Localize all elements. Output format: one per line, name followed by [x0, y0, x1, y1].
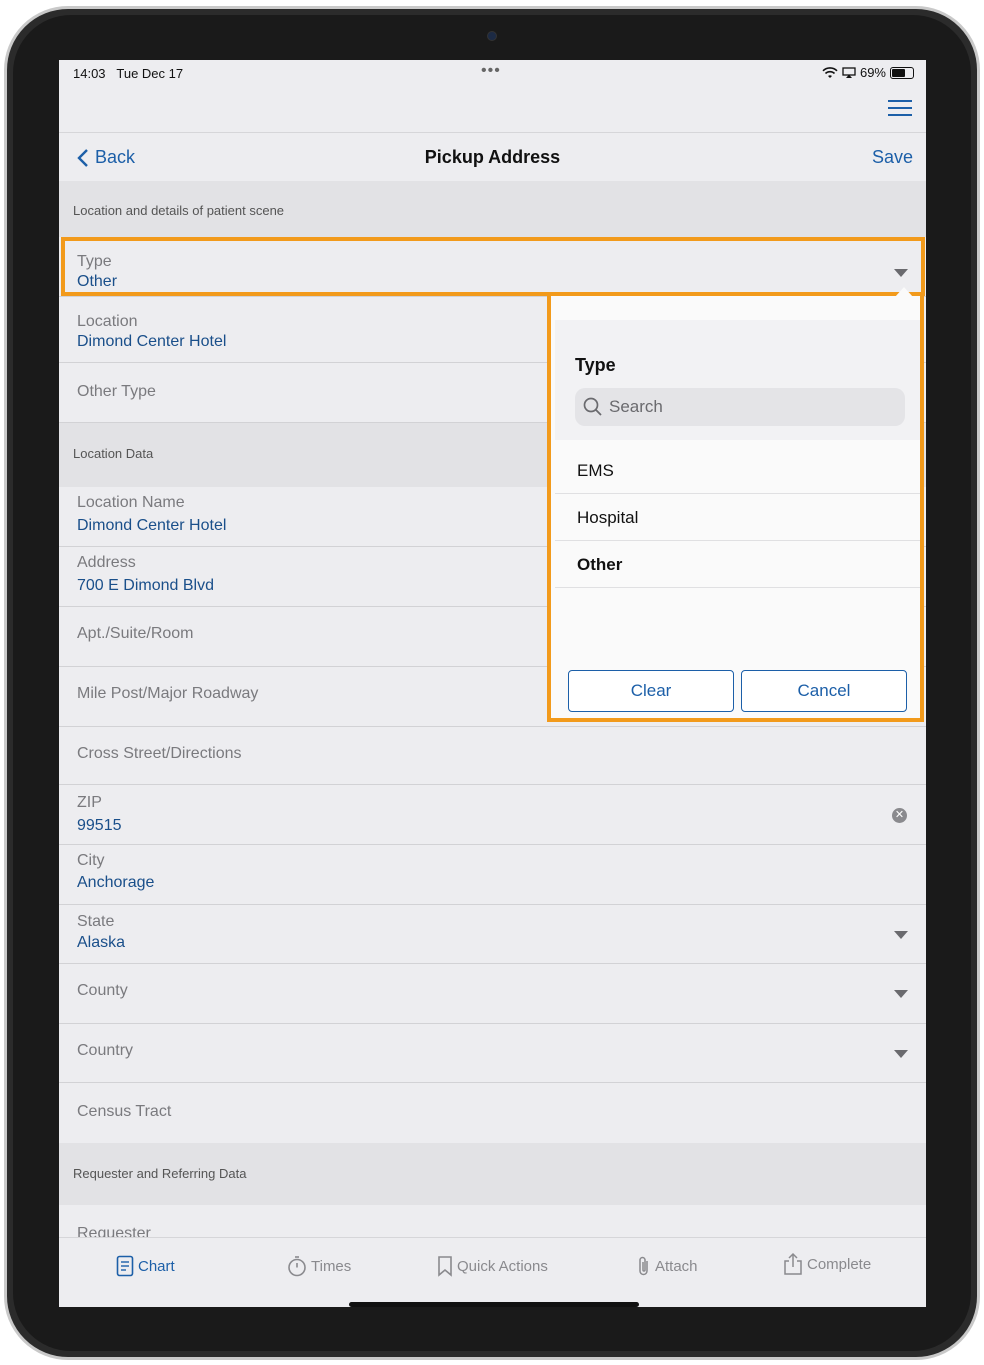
type-value: Other [77, 273, 118, 290]
status-bar: 14:03 Tue Dec 17 ••• 69% [59, 60, 926, 86]
status-time: 14:03 [73, 66, 106, 81]
country-dropdown-icon[interactable] [894, 1050, 908, 1058]
wifi-icon [822, 66, 838, 78]
city-label: City [77, 852, 105, 869]
battery-percent: 69% [859, 65, 886, 80]
home-indicator[interactable] [349, 1302, 639, 1307]
state-value: Alaska [77, 934, 126, 951]
search-icon [583, 397, 602, 416]
type-label: Type [77, 253, 112, 270]
multitask-dots-icon[interactable]: ••• [481, 62, 501, 80]
chart-icon [116, 1255, 134, 1277]
tab-chart[interactable]: Chart [116, 1255, 175, 1277]
location-name-value: Dimond Center Hotel [77, 517, 227, 534]
share-icon [784, 1252, 802, 1275]
country-field[interactable]: Country [59, 1024, 926, 1083]
tab-attach[interactable]: Attach [637, 1255, 698, 1277]
county-dropdown-icon[interactable] [894, 990, 908, 998]
tab-quick-actions-label: Quick Actions [457, 1257, 548, 1275]
zip-label: ZIP [77, 794, 102, 811]
tab-complete-label: Complete [807, 1255, 872, 1273]
tab-attach-label: Attach [655, 1257, 698, 1275]
city-value: Anchorage [77, 874, 155, 891]
census-tract-label: Census Tract [77, 1103, 172, 1120]
clear-field-icon[interactable]: ✕ [892, 808, 907, 823]
paperclip-icon [639, 1256, 648, 1276]
mile-post-label: Mile Post/Major Roadway [77, 685, 259, 702]
section-header-requester: Requester and Referring Data [59, 1143, 926, 1205]
country-label: Country [77, 1042, 134, 1059]
zip-field[interactable]: ZIP 99515 ✕ [59, 785, 926, 845]
tab-times[interactable]: Times [287, 1255, 351, 1277]
status-date: Tue Dec 17 [116, 66, 184, 81]
apt-suite-label: Apt./Suite/Room [77, 625, 194, 642]
location-name-label: Location Name [77, 494, 185, 511]
option-other[interactable]: Other [555, 542, 920, 588]
search-placeholder: Search [609, 397, 663, 416]
type-field[interactable]: Type Other [59, 237, 926, 297]
stopwatch-icon [288, 1256, 306, 1277]
tab-chart-label: Chart [138, 1257, 175, 1275]
address-value: 700 E Dimond Blvd [77, 577, 214, 594]
state-label: State [77, 913, 115, 930]
zip-value: 99515 [77, 817, 122, 834]
popover-title: Type [575, 355, 616, 375]
county-label: County [77, 982, 128, 999]
front-camera [487, 31, 497, 41]
census-tract-field[interactable]: Census Tract [59, 1083, 926, 1143]
state-field[interactable]: State Alaska [59, 905, 926, 964]
option-ems[interactable]: EMS [555, 448, 920, 494]
tab-quick-actions[interactable]: Quick Actions [437, 1255, 548, 1277]
popover-search-input[interactable]: Search [575, 388, 905, 426]
location-label: Location [77, 313, 138, 330]
clear-button[interactable]: Clear [568, 670, 734, 712]
tab-complete[interactable]: Complete [783, 1252, 871, 1276]
location-value: Dimond Center Hotel [77, 333, 227, 350]
airplay-icon [842, 66, 856, 78]
menu-icon[interactable] [888, 100, 912, 116]
bookmark-icon [438, 1256, 452, 1277]
cancel-button[interactable]: Cancel [741, 670, 907, 712]
city-field[interactable]: City Anchorage [59, 845, 926, 905]
address-label: Address [77, 554, 136, 571]
tab-times-label: Times [311, 1257, 352, 1275]
state-dropdown-icon[interactable] [894, 931, 908, 939]
section-header-scene: Location and details of patient scene [59, 181, 926, 237]
option-hospital[interactable]: Hospital [555, 495, 920, 541]
battery-icon [890, 66, 914, 79]
tab-bar: Chart Times Quick Actions Attach Complet… [59, 1237, 926, 1307]
page-title: Pickup Address [424, 147, 561, 167]
county-field[interactable]: County [59, 964, 926, 1024]
other-type-label: Other Type [77, 383, 156, 400]
save-button[interactable]: Save [872, 147, 913, 168]
top-bar [59, 86, 926, 132]
dropdown-caret-icon[interactable] [894, 269, 908, 277]
cross-street-field[interactable]: Cross Street/Directions [59, 727, 926, 785]
navigation-bar: Back Pickup Address Save [59, 132, 926, 182]
cross-street-label: Cross Street/Directions [77, 745, 242, 762]
type-picker-popover: Type Search EMS Hospital Other Clear Can… [547, 296, 924, 722]
